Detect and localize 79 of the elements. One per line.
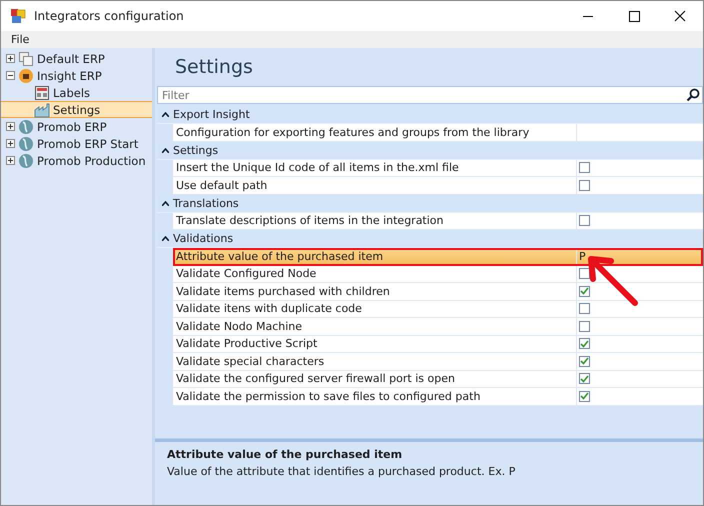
tree-item[interactable]: Promob ERP [1, 118, 152, 135]
property-name: Validate Nodo Machine [173, 318, 577, 334]
checkbox[interactable] [579, 356, 590, 367]
tree-item[interactable]: Promob Production [1, 152, 152, 169]
checkbox[interactable] [579, 215, 590, 226]
menu-item[interactable]: File [7, 33, 34, 46]
property-value[interactable]: P [579, 250, 586, 263]
filter-field[interactable]: Filter [157, 86, 703, 104]
property-row[interactable]: Attribute value of the purchased item P [173, 248, 703, 266]
property-row[interactable]: Use default path [173, 177, 703, 194]
checkbox[interactable] [579, 373, 590, 384]
tree-label: Promob Production [37, 154, 146, 168]
description-text: Value of the attribute that identifies a purchased product. Ex. P [167, 465, 516, 478]
label-sheet-icon [34, 84, 50, 100]
filter-input[interactable]: Filter [160, 88, 686, 102]
collapse-icon[interactable] [6, 71, 15, 80]
property-name: Validate the configured server firewall port is open [173, 370, 577, 387]
search-icon[interactable] [686, 88, 700, 102]
window-title: Integrators configuration [34, 9, 185, 23]
property-name: Insert the Unique Id code of all items in the.xml file [173, 160, 577, 176]
property-row[interactable]: Configuration for exporting features and groups from the library [173, 124, 703, 142]
property-name: Validate Productive Script [173, 336, 577, 352]
checkbox[interactable] [579, 180, 590, 191]
property-row[interactable]: Validate Nodo Machine [173, 318, 703, 336]
tree-label: Promob ERP [37, 120, 107, 134]
globe-icon [18, 118, 34, 134]
property-name: Attribute value of the purchased item [173, 248, 577, 264]
property-row[interactable]: Insert the Unique Id code of all items in the.xml file [173, 160, 703, 177]
tree-item[interactable]: Insight ERP [1, 67, 152, 84]
checkbox[interactable] [579, 268, 590, 280]
windows-icon [18, 50, 34, 66]
category-title: Export Insight [173, 108, 250, 121]
globe-icon [18, 152, 34, 168]
category-title: Settings [173, 144, 218, 156]
expand-icon[interactable] [6, 54, 15, 63]
property-name: Configuration for exporting features and groups from the library [173, 124, 577, 140]
property-name: Validate special characters [173, 353, 577, 370]
property-name: Translate descriptions of items in the integration [173, 212, 577, 229]
property-name: Use default path [173, 177, 577, 194]
property-name: Validate Configured Node [173, 266, 577, 282]
box-icon [18, 68, 34, 84]
expand-icon[interactable] [6, 156, 15, 165]
category-header[interactable]: Settings [157, 142, 703, 160]
property-name: Validate items purchased with children [173, 283, 577, 300]
category-title: Validations [173, 232, 234, 245]
property-row[interactable]: Validate the permission to save files to configured path [173, 388, 703, 406]
page-heading: Settings [174, 55, 254, 80]
checkbox[interactable] [579, 390, 590, 402]
property-row[interactable]: Validate Configured Node [173, 266, 703, 283]
app-icon [10, 8, 26, 24]
factory-icon [34, 102, 50, 118]
tree-label: Default ERP [37, 52, 105, 66]
checkbox[interactable] [579, 162, 590, 174]
property-row[interactable]: Validate Productive Script [173, 336, 703, 353]
tree-label: Labels [53, 86, 90, 100]
category-title: Translations [173, 196, 239, 210]
property-name: Validate itens with duplicate code [173, 300, 577, 317]
expand-icon[interactable] [6, 139, 15, 148]
checkbox[interactable] [579, 338, 590, 350]
checkbox[interactable] [579, 303, 590, 314]
tree-item[interactable]: Default ERP [1, 50, 152, 67]
checkbox[interactable] [579, 320, 590, 332]
globe-icon [18, 136, 34, 152]
checkbox[interactable] [579, 286, 590, 297]
tree-label: Settings [53, 102, 100, 116]
category-header[interactable]: Translations [157, 194, 703, 212]
tree-item[interactable]: Settings [1, 101, 152, 118]
tree-label: Insight ERP [37, 68, 102, 82]
tree-item[interactable]: Promob ERP Start [1, 135, 152, 152]
expand-icon[interactable] [6, 122, 15, 131]
tree-item[interactable]: Labels [1, 84, 152, 101]
description-title: Attribute value of the purchased item [167, 448, 404, 461]
tree-label: Promob ERP Start [37, 136, 138, 150]
property-row[interactable]: Translate descriptions of items in the integration [173, 212, 703, 230]
property-row[interactable]: Validate items purchased with children [173, 283, 703, 300]
property-row[interactable]: Validate the configured server firewall port is open [173, 370, 703, 388]
property-row[interactable]: Validate special characters [173, 353, 703, 370]
property-row[interactable]: Validate itens with duplicate code [173, 300, 703, 318]
property-name: Validate the permission to save files to configured path [173, 388, 577, 404]
